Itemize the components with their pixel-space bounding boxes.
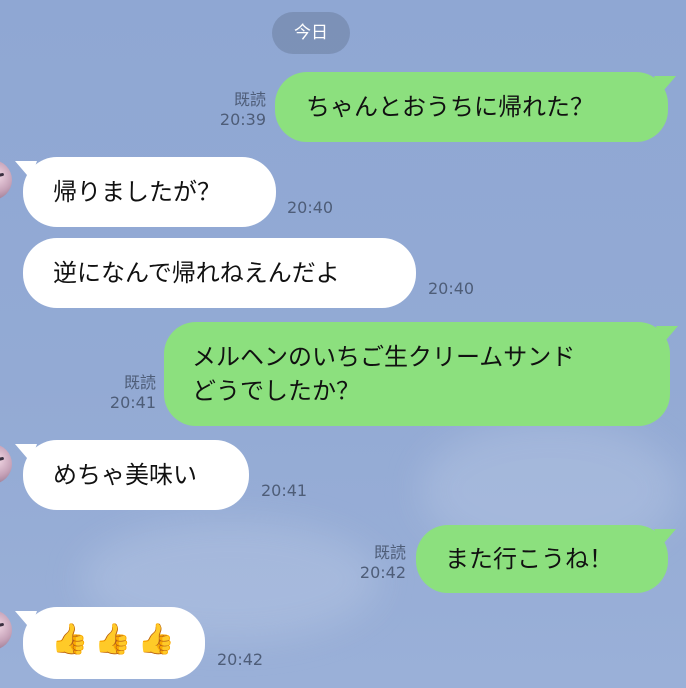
message-time: 20:42 (359, 563, 406, 582)
message-text: めちゃ美味い (53, 461, 197, 489)
avatar[interactable] (0, 444, 12, 484)
read-label: 既読 (373, 543, 406, 562)
incoming-message[interactable]: 帰りましたが？ (23, 157, 276, 227)
outgoing-message[interactable]: メルヘンのいちご生クリームサンド どうでしたか？ (164, 322, 670, 426)
read-label: 既読 (233, 90, 266, 109)
message-time: 20:40 (428, 279, 475, 298)
message-time: 20:42 (217, 650, 264, 669)
outgoing-message[interactable]: また行こうね！ (416, 525, 668, 593)
message-text-line: メルヘンのいちご生クリームサンド (192, 343, 576, 371)
read-status: 既読 20:42 (350, 543, 406, 583)
date-separator: 今日 (272, 12, 350, 54)
incoming-message[interactable]: 👍👍👍 (23, 607, 205, 679)
incoming-message[interactable]: めちゃ美味い (23, 440, 249, 510)
incoming-message[interactable]: 逆になんで帰れねえんだよ (23, 238, 416, 308)
message-time: 20:41 (261, 481, 308, 500)
message-text-line: どうでしたか？ (192, 377, 360, 405)
outgoing-message[interactable]: ちゃんとおうちに帰れた？ (275, 72, 668, 142)
avatar[interactable] (0, 160, 12, 200)
message-text: ちゃんとおうちに帰れた？ (306, 93, 594, 121)
message-time: 20:40 (287, 198, 334, 217)
thumbs-up-icon: 👍👍👍 (51, 622, 182, 657)
message-time: 20:41 (109, 393, 156, 412)
avatar[interactable] (0, 610, 12, 650)
message-text: 帰りましたが？ (53, 178, 221, 206)
message-text: また行こうね！ (445, 545, 613, 573)
read-status: 既読 20:41 (100, 373, 156, 413)
read-label: 既読 (123, 373, 156, 392)
read-status: 既読 20:39 (210, 90, 266, 130)
message-time: 20:39 (219, 110, 266, 129)
message-text: 逆になんで帰れねえんだよ (53, 259, 340, 287)
